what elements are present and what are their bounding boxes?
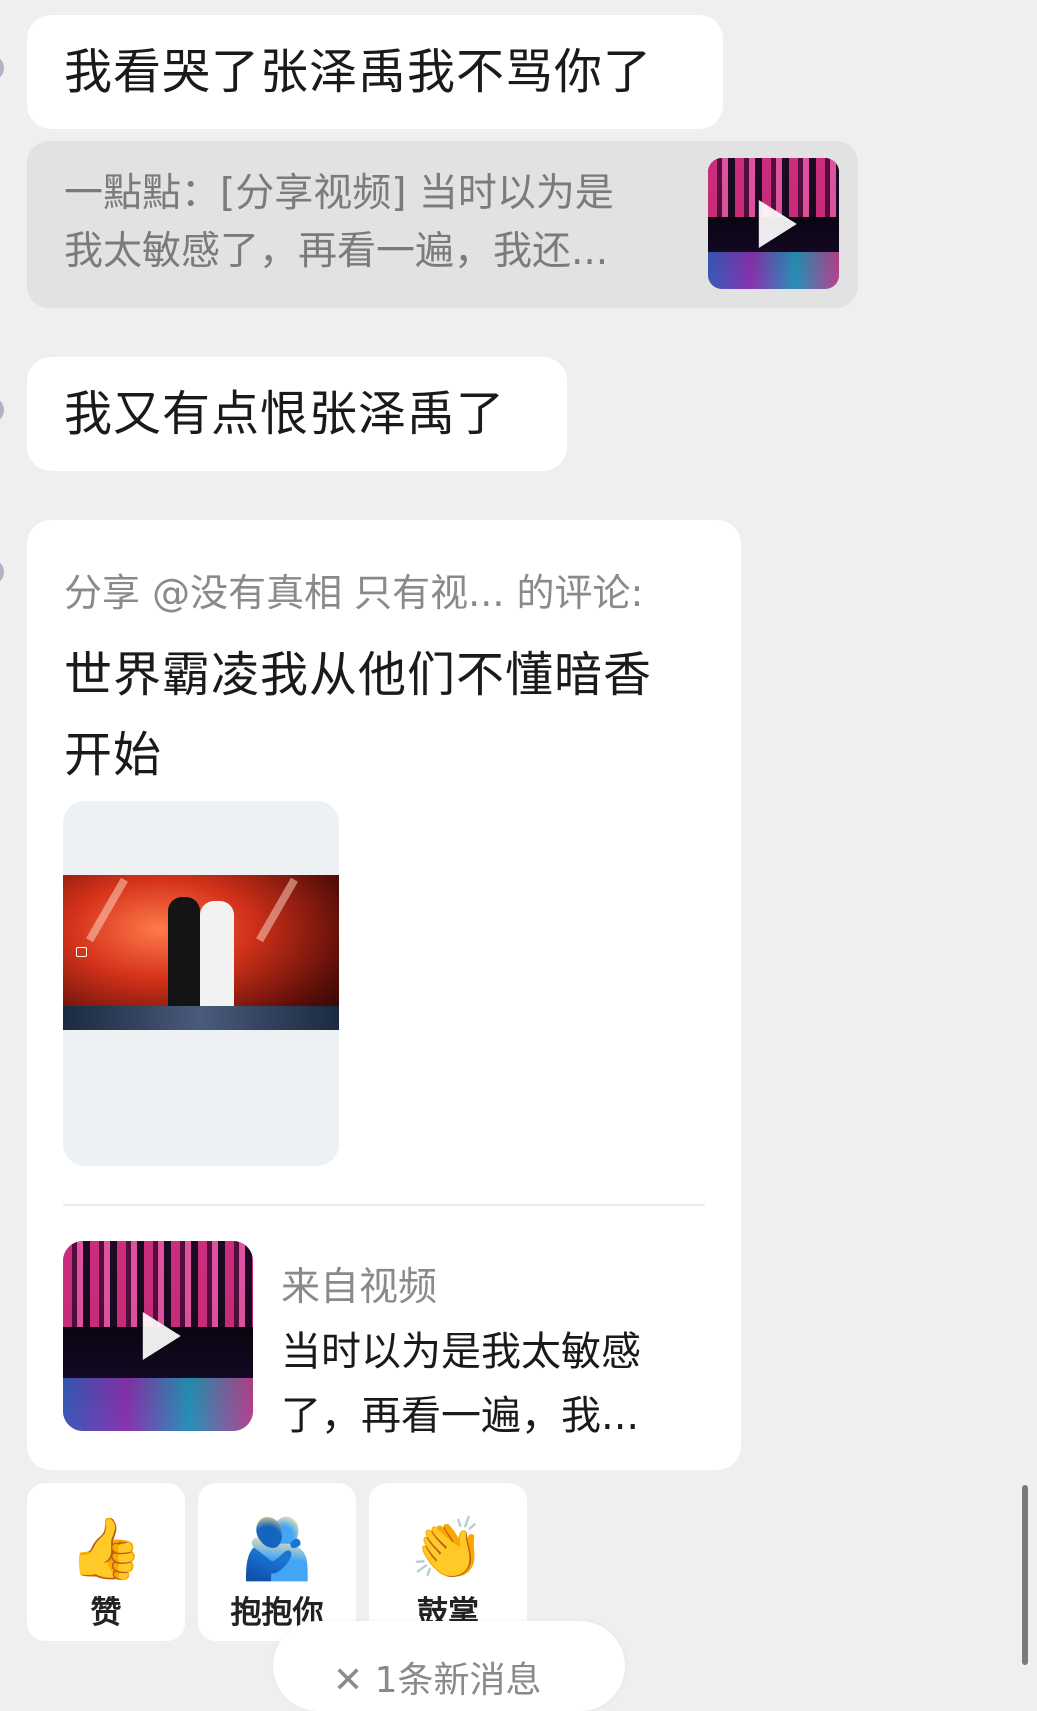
message-text: 我又有点恨张泽禹了 xyxy=(64,386,506,442)
performer-figure xyxy=(168,897,200,1012)
avatar[interactable] xyxy=(0,559,4,585)
source-line: 了，再看一遍，我... xyxy=(281,1393,640,1439)
quoted-line: 我太敏感了，再看一遍，我还... xyxy=(64,229,609,274)
clapping-hands-icon: 👏 xyxy=(410,1514,486,1584)
play-icon xyxy=(142,1312,181,1360)
new-messages-button[interactable]: ✕ 1条新消息 xyxy=(273,1621,625,1711)
message-text: 我看哭了张泽禹我不骂你了 xyxy=(64,44,653,100)
message-bubble[interactable]: 我看哭了张泽禹我不骂你了 xyxy=(27,15,723,129)
message-bubble[interactable]: 我又有点恨张泽禹了 xyxy=(27,357,567,471)
shared-comment-card[interactable]: 分享 @没有真相 只有视... 的评论: 世界霸凌我从他们不懂暗香开始 来自视频… xyxy=(27,520,741,1470)
reaction-label: 赞 xyxy=(90,1595,122,1631)
quoted-line: 一點點：[分享视频] 当时以为是 xyxy=(64,171,614,216)
hug-icon: 🫂 xyxy=(239,1514,315,1584)
reaction-hug-button[interactable]: 🫂 抱抱你 xyxy=(198,1483,356,1641)
performer-figure xyxy=(200,901,234,1016)
lock-icon xyxy=(76,947,87,957)
comment-image[interactable] xyxy=(63,801,339,1166)
share-header: 分享 @没有真相 只有视... 的评论: xyxy=(64,571,644,615)
quoted-reply[interactable]: 一點點：[分享视频] 当时以为是 我太敏感了，再看一遍，我还... xyxy=(27,141,858,308)
source-description: 当时以为是我太敏感 了，再看一遍，我... xyxy=(281,1320,681,1448)
reaction-clap-button[interactable]: 👏 鼓掌 xyxy=(369,1483,527,1641)
quoted-text: 一點點：[分享视频] 当时以为是 我太敏感了，再看一遍，我还... xyxy=(64,165,704,281)
reaction-like-button[interactable]: 👍 赞 xyxy=(27,1483,185,1641)
scrollbar[interactable] xyxy=(1022,1485,1028,1665)
thumbs-up-icon: 👍 xyxy=(68,1514,144,1584)
source-label: 来自视频 xyxy=(281,1265,438,1310)
comment-text: 世界霸凌我从他们不懂暗香开始 xyxy=(64,647,653,783)
stage-photo xyxy=(63,875,339,1030)
divider xyxy=(63,1204,705,1206)
play-icon xyxy=(758,199,797,248)
source-line: 当时以为是我太敏感 xyxy=(281,1329,641,1375)
new-messages-text: ✕ 1条新消息 xyxy=(333,1660,542,1701)
avatar[interactable] xyxy=(0,55,4,81)
avatar[interactable] xyxy=(0,397,4,423)
video-thumbnail[interactable] xyxy=(708,158,839,289)
source-video-thumbnail[interactable] xyxy=(63,1241,253,1431)
video-frame xyxy=(63,1377,253,1431)
video-frame xyxy=(708,252,839,289)
